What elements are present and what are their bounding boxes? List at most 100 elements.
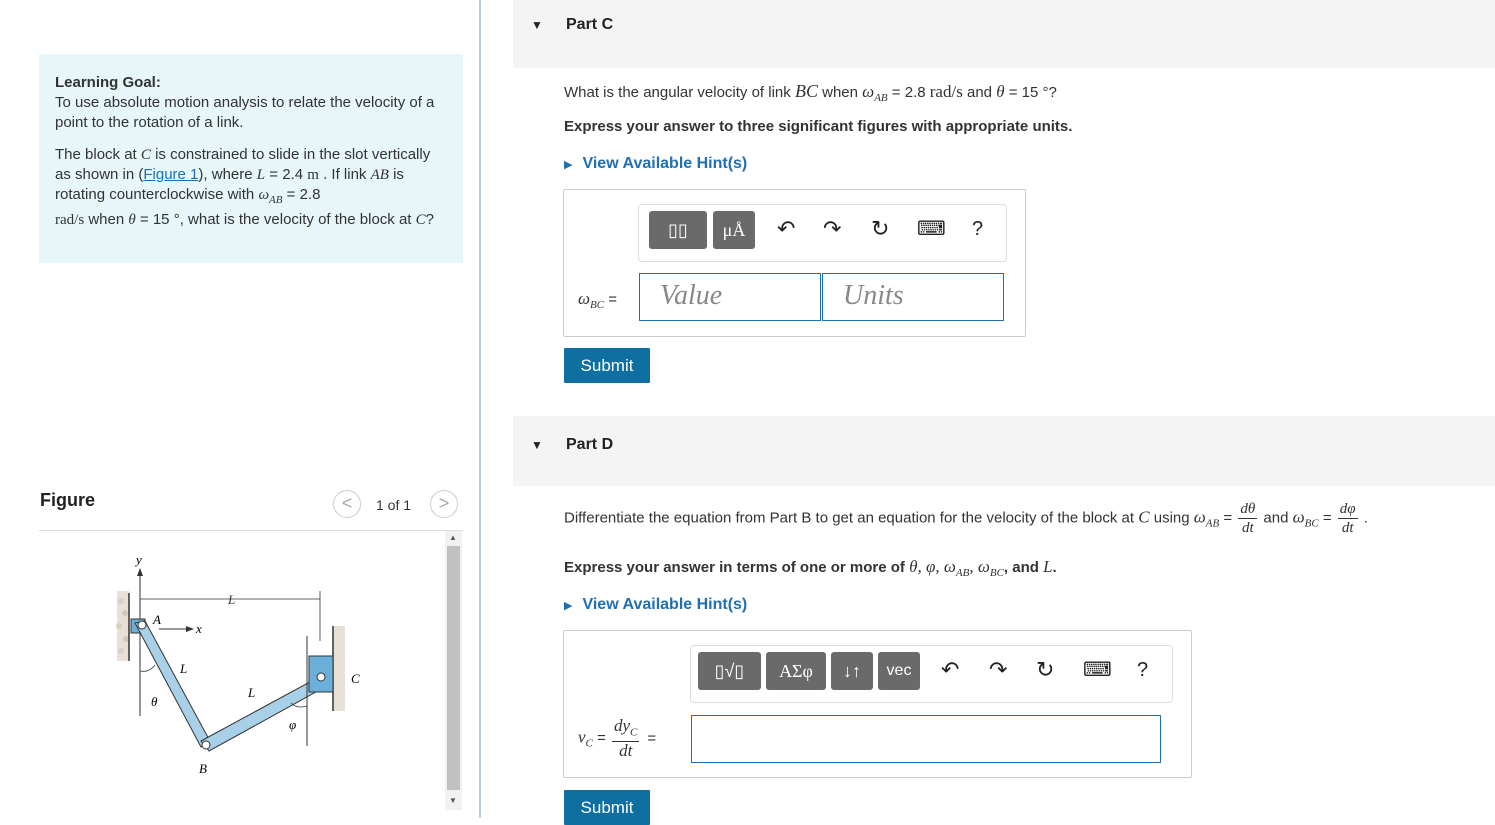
- hint-label: View Available Hint(s): [582, 155, 748, 172]
- collapse-icon[interactable]: ▼: [531, 438, 543, 452]
- q-sub: AB: [1205, 517, 1220, 530]
- part-d-hint-link[interactable]: ▶ View Available Hint(s): [564, 596, 747, 614]
- part-c-instructions: Express your answer to three significant…: [564, 118, 1073, 135]
- ps-text: when: [84, 211, 129, 228]
- part-c-answer-box: ▯▯ μÅ ↶ ↷ ↻ ⌨ ? ωBC = Value Units: [563, 189, 1026, 337]
- q-text: and: [1259, 509, 1293, 527]
- undo-icon[interactable]: ↶: [777, 215, 795, 243]
- instr-vars: θ, φ, ω: [909, 557, 956, 576]
- dtheta-dt-fraction: dθ dt: [1238, 500, 1258, 537]
- scroll-thumb[interactable]: [447, 546, 460, 790]
- label-theta: θ: [151, 694, 158, 709]
- lhs-eq: =: [592, 729, 610, 747]
- ps-var: θ: [128, 212, 136, 228]
- instr-sub: BC: [989, 567, 1004, 579]
- ps-unit: m: [307, 167, 319, 183]
- value-input[interactable]: Value: [639, 273, 821, 321]
- q-text: using: [1149, 509, 1194, 527]
- scroll-up-icon[interactable]: ▲: [449, 533, 457, 542]
- figure-pager: 1 of 1: [376, 497, 412, 513]
- q-var: ω: [1193, 507, 1206, 527]
- label-L-ab: L: [179, 661, 187, 676]
- ps-text: ?: [425, 211, 435, 228]
- column-divider: [479, 0, 481, 818]
- keyboard-icon[interactable]: ⌨: [917, 215, 946, 243]
- figure-link[interactable]: Figure 1: [143, 166, 198, 183]
- prev-figure-button[interactable]: <: [333, 490, 361, 518]
- part-c-submit-button[interactable]: Submit: [564, 348, 650, 383]
- hint-expand-icon: ▶: [564, 159, 573, 171]
- help-icon[interactable]: ?: [1137, 656, 1148, 684]
- q-var: θ: [996, 82, 1005, 101]
- part-d-question: Differentiate the equation from Part B t…: [564, 500, 1368, 537]
- value-placeholder: Value: [660, 280, 723, 311]
- part-c-header[interactable]: ▼ Part C: [513, 0, 1495, 68]
- vc-expression-input[interactable]: [691, 715, 1161, 763]
- frac-num-sub: C: [630, 726, 638, 739]
- scroll-down-icon[interactable]: ▼: [449, 796, 457, 805]
- label-L-bc: L: [247, 685, 255, 700]
- redo-icon[interactable]: ↷: [989, 656, 1007, 684]
- part-c-hint-link[interactable]: ▶ View Available Hint(s): [564, 155, 747, 173]
- ps-var: C: [415, 212, 426, 228]
- left-wall: [116, 591, 129, 661]
- instr-text: .: [1052, 559, 1057, 576]
- frac-num: dφ: [1337, 501, 1358, 519]
- label-eq: =: [604, 291, 618, 308]
- part-d-header[interactable]: ▼ Part D: [513, 416, 1495, 486]
- keyboard-icon[interactable]: ⌨: [1083, 656, 1112, 684]
- templates-button[interactable]: ▯▯: [649, 211, 707, 249]
- figure-scrollbar[interactable]: ▲ ▼: [445, 531, 462, 810]
- instr-text: , and: [1003, 559, 1044, 576]
- arrows-button[interactable]: ↓↑: [831, 652, 873, 690]
- frac-num-var: dy: [614, 716, 631, 735]
- label-y: y: [134, 552, 142, 567]
- omega-bc-label: ωBC =: [578, 289, 617, 311]
- figure-diagram: y x A L L L B θ C φ: [39, 531, 444, 818]
- ps-text: = 2.4: [265, 166, 308, 183]
- vec-button[interactable]: vec: [878, 652, 920, 690]
- hint-label: View Available Hint(s): [582, 596, 748, 613]
- label-sub: BC: [590, 299, 605, 311]
- undo-icon[interactable]: ↶: [941, 656, 959, 684]
- figure-header: Figure < 1 of 1 >: [39, 488, 463, 531]
- units-input[interactable]: Units: [822, 273, 1004, 321]
- part-d-title: Part D: [566, 436, 614, 453]
- part-d-instructions: Express your answer in terms of one or m…: [564, 557, 1057, 579]
- frac-num: dθ: [1238, 501, 1258, 519]
- reset-icon[interactable]: ↻: [1036, 656, 1054, 684]
- instr-sub: AB: [955, 567, 970, 579]
- q-text: Differentiate the equation from Part B t…: [564, 509, 1139, 527]
- dphi-dt-fraction: dφ dt: [1337, 500, 1358, 537]
- q-var: ω: [1292, 507, 1305, 527]
- part-c-toolbar: ▯▯ μÅ ↶ ↷ ↻ ⌨ ?: [638, 204, 1007, 262]
- units-button[interactable]: μÅ: [713, 211, 755, 249]
- label-A: A: [152, 612, 161, 627]
- ps-var: L: [256, 167, 266, 183]
- ps-var: C: [140, 147, 151, 163]
- part-d-submit-button[interactable]: Submit: [564, 790, 650, 825]
- ps-var: ω: [258, 187, 270, 203]
- label-phi: φ: [289, 717, 296, 732]
- ps-text: . If link: [318, 166, 371, 183]
- part-c-question: What is the angular velocity of link BC …: [564, 81, 1057, 104]
- ps-text: = 15 °, what is the velocity of the bloc…: [135, 211, 416, 228]
- next-figure-button[interactable]: >: [430, 490, 458, 518]
- q-text: What is the angular velocity of link: [564, 84, 795, 101]
- collapse-icon[interactable]: ▼: [531, 18, 543, 32]
- redo-icon[interactable]: ↷: [823, 215, 841, 243]
- q-text: when: [817, 84, 863, 101]
- problem-statement: The block at C is constrained to slide i…: [55, 145, 447, 230]
- figure-title: Figure: [40, 490, 96, 510]
- q-text: =: [1318, 509, 1336, 527]
- instr-vars: , ω: [969, 557, 990, 576]
- greek-button[interactable]: ΑΣφ: [766, 652, 826, 690]
- help-icon[interactable]: ?: [972, 215, 983, 243]
- reset-icon[interactable]: ↻: [871, 215, 889, 243]
- part-d-answer-box: ▯√▯ ΑΣφ ↓↑ vec ↶ ↷ ↻ ⌨ ? vC = dyC dt =: [563, 630, 1192, 778]
- templates-sqrt-button[interactable]: ▯√▯: [698, 652, 761, 690]
- label-var: ω: [578, 289, 591, 308]
- frac-num: dyC: [612, 716, 640, 743]
- frac-den: dt: [619, 741, 633, 761]
- dyc-dt-fraction: dyC dt: [612, 716, 640, 761]
